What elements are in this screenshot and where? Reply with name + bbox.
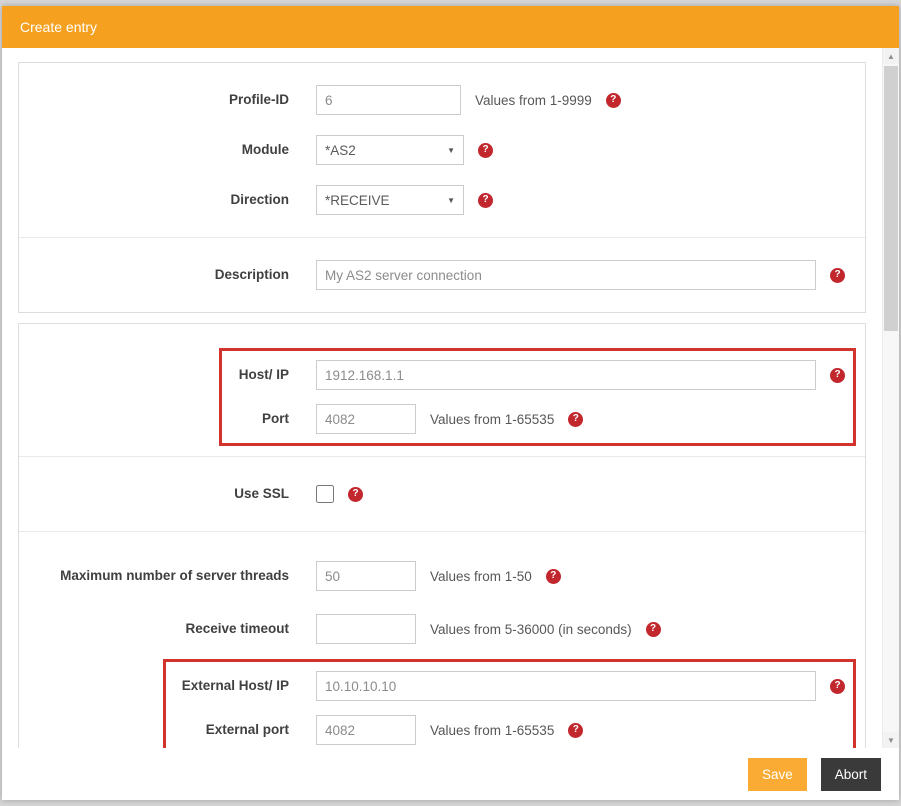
profile-id-input[interactable] [316, 85, 461, 115]
port-input[interactable] [316, 404, 416, 434]
field-row-use-ssl: Use SSL ? [19, 469, 865, 519]
use-ssl-checkbox[interactable] [316, 485, 334, 503]
field-row-external-host: External Host/ IP ? [166, 664, 853, 708]
direction-select[interactable]: *RECEIVE ▼ [316, 185, 464, 215]
field-row-port: Port Values from 1-65535 ? [222, 397, 853, 441]
field-row-external-port: External port Values from 1-65535 ? [166, 708, 853, 748]
help-icon[interactable]: ? [606, 93, 621, 108]
field-row-description: Description ? [19, 250, 865, 300]
profile-id-hint: Values from 1-9999 [475, 93, 592, 108]
field-row-receive-timeout: Receive timeout Values from 5-36000 (in … [19, 604, 865, 654]
description-label: Description [19, 266, 289, 284]
vertical-scrollbar[interactable]: ▲ ▼ [882, 48, 899, 748]
module-select-value: *AS2 [325, 143, 356, 158]
external-port-hint: Values from 1-65535 [430, 723, 554, 738]
direction-select-value: *RECEIVE [325, 193, 390, 208]
field-row-host-ip: Host/ IP ? [222, 353, 853, 397]
modal-header: Create entry [2, 6, 899, 48]
external-port-input[interactable] [316, 715, 416, 745]
modal-body: Profile-ID Values from 1-9999 ? Module *… [2, 48, 882, 748]
help-icon[interactable]: ? [830, 679, 845, 694]
modal-title: Create entry [20, 19, 97, 35]
description-input[interactable] [316, 260, 816, 290]
connection-panel: Host/ IP ? Port Values from 1-65535 ? [18, 323, 866, 748]
field-row-module: Module *AS2 ▼ ? [19, 125, 865, 175]
external-highlight-box: External Host/ IP ? External port Values… [163, 659, 856, 748]
help-icon[interactable]: ? [830, 268, 845, 283]
modal-footer: Save Abort [2, 748, 899, 800]
direction-label: Direction [19, 191, 289, 209]
help-icon[interactable]: ? [568, 412, 583, 427]
help-icon[interactable]: ? [646, 622, 661, 637]
field-row-direction: Direction *RECEIVE ▼ ? [19, 175, 865, 225]
module-label: Module [19, 141, 289, 159]
scrollbar-thumb[interactable] [884, 66, 898, 331]
advanced-section: Maximum number of server threads Values … [19, 531, 865, 748]
help-icon[interactable]: ? [348, 487, 363, 502]
help-icon[interactable]: ? [546, 569, 561, 584]
help-icon[interactable]: ? [478, 143, 493, 158]
abort-button[interactable]: Abort [821, 758, 881, 791]
receive-timeout-input[interactable] [316, 614, 416, 644]
field-row-profile-id: Profile-ID Values from 1-9999 ? [19, 75, 865, 125]
description-section: Description ? [19, 237, 865, 312]
save-button[interactable]: Save [748, 758, 807, 791]
general-panel: Profile-ID Values from 1-9999 ? Module *… [18, 62, 866, 313]
scroll-up-arrow-icon[interactable]: ▲ [883, 48, 899, 64]
identity-section: Profile-ID Values from 1-9999 ? Module *… [19, 63, 865, 237]
host-section: Host/ IP ? Port Values from 1-65535 ? [19, 324, 865, 456]
max-threads-hint: Values from 1-50 [430, 569, 532, 584]
help-icon[interactable]: ? [568, 723, 583, 738]
host-highlight-box: Host/ IP ? Port Values from 1-65535 ? [219, 348, 856, 446]
max-threads-label: Maximum number of server threads [19, 567, 289, 585]
use-ssl-label: Use SSL [19, 485, 289, 503]
host-ip-input[interactable] [316, 360, 816, 390]
chevron-down-icon: ▼ [447, 196, 455, 205]
max-threads-input[interactable] [316, 561, 416, 591]
module-select[interactable]: *AS2 ▼ [316, 135, 464, 165]
field-row-max-threads: Maximum number of server threads Values … [19, 548, 865, 604]
host-ip-label: Host/ IP [222, 366, 289, 384]
port-label: Port [222, 410, 289, 428]
external-host-label: External Host/ IP [166, 677, 289, 695]
external-port-label: External port [166, 721, 289, 739]
scroll-down-arrow-icon[interactable]: ▼ [883, 732, 899, 748]
help-icon[interactable]: ? [478, 193, 493, 208]
create-entry-modal: Create entry Profile-ID Values from 1-99… [2, 6, 899, 800]
port-hint: Values from 1-65535 [430, 412, 554, 427]
chevron-down-icon: ▼ [447, 146, 455, 155]
ssl-section: Use SSL ? [19, 456, 865, 531]
external-host-input[interactable] [316, 671, 816, 701]
receive-timeout-label: Receive timeout [19, 620, 289, 638]
profile-id-label: Profile-ID [19, 91, 289, 109]
receive-timeout-hint: Values from 5-36000 (in seconds) [430, 622, 632, 637]
help-icon[interactable]: ? [830, 368, 845, 383]
